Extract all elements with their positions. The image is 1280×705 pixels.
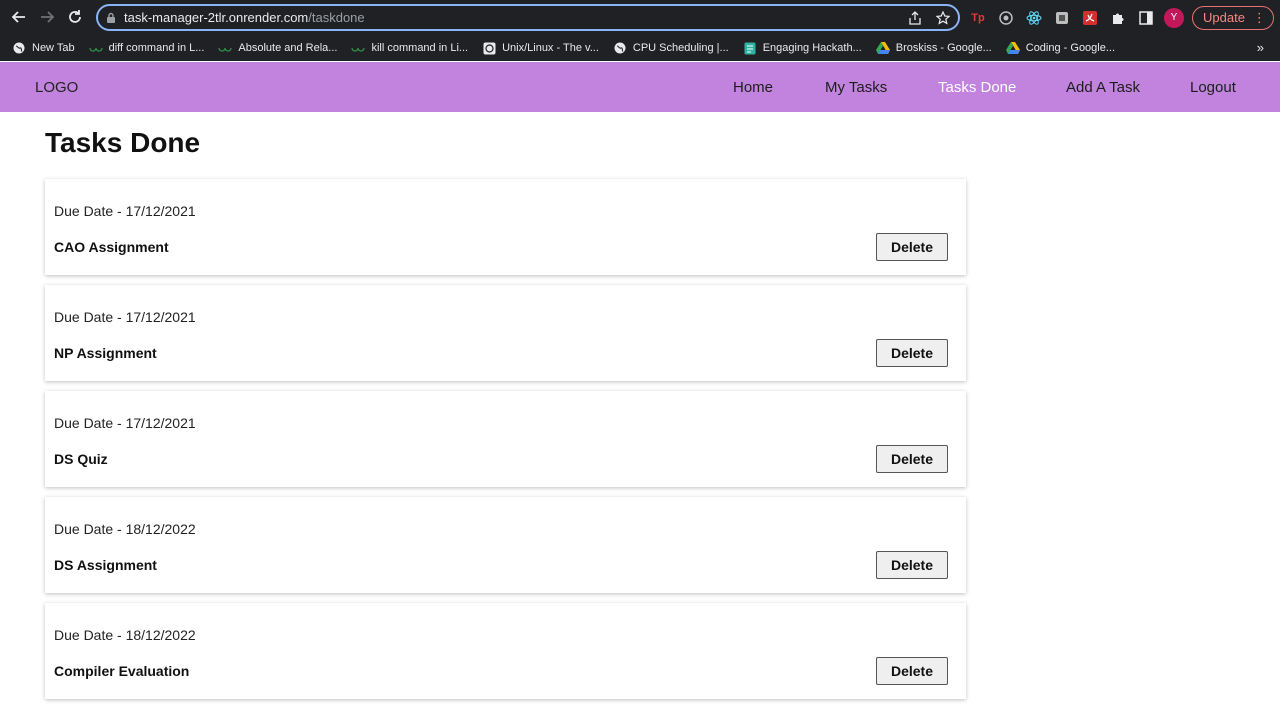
arrow-left-icon: [11, 11, 25, 23]
address-bar[interactable]: task-manager-2tlr.onrender.com/taskdone: [96, 4, 960, 31]
nav-logout[interactable]: Logout: [1190, 79, 1236, 96]
arrow-right-icon: [41, 11, 55, 23]
nav-links: Home My Tasks Tasks Done Add A Task Logo…: [0, 79, 1280, 99]
update-label: Update: [1203, 10, 1245, 25]
forward-button[interactable]: [33, 3, 61, 31]
bookmark-item[interactable]: diff command in L...: [88, 41, 205, 55]
globe-icon: [12, 41, 26, 55]
task-name: CAO Assignment: [54, 239, 169, 255]
react-devtools-icon[interactable]: [1024, 8, 1044, 28]
extensions-area: Tp Y Update ⋮: [968, 4, 1274, 31]
task-card: Due Date - 17/12/2021 CAO Assignment Del…: [45, 179, 966, 275]
toptal-extension-icon[interactable]: Tp: [968, 8, 988, 28]
bookmark-item[interactable]: Unix/Linux - The v...: [482, 41, 599, 55]
bookmark-star-icon[interactable]: [934, 9, 952, 27]
task-due-date: Due Date - 17/12/2021: [54, 203, 196, 219]
record-extension-icon[interactable]: [996, 8, 1016, 28]
lock-icon: [107, 12, 115, 23]
task-due-date: Due Date - 18/12/2022: [54, 521, 196, 537]
bookmark-item[interactable]: Coding - Google...: [1005, 41, 1116, 55]
bookmark-item[interactable]: Engaging Hackath...: [743, 41, 862, 55]
nav-home[interactable]: Home: [733, 79, 773, 96]
gfg-icon: [88, 41, 103, 55]
reload-icon: [69, 10, 81, 23]
update-button[interactable]: Update ⋮: [1192, 5, 1274, 30]
drive-icon: [875, 41, 890, 55]
delete-button[interactable]: Delete: [876, 551, 948, 579]
bookmark-label: kill command in Li...: [371, 42, 469, 54]
task-name: DS Assignment: [54, 557, 157, 573]
task-card: Due Date - 18/12/2022 DS Assignment Dele…: [45, 497, 966, 593]
nav-my-tasks[interactable]: My Tasks: [825, 79, 887, 96]
delete-button[interactable]: Delete: [876, 445, 948, 473]
bookmark-item[interactable]: Broskiss - Google...: [875, 41, 992, 55]
drive-icon: [1005, 41, 1020, 55]
bookmark-label: Absolute and Rela...: [238, 42, 338, 54]
url-path: /taskdone: [308, 10, 365, 25]
task-due-date: Due Date - 18/12/2022: [54, 627, 196, 643]
profile-avatar[interactable]: Y: [1164, 7, 1184, 28]
gfg-icon: [351, 41, 366, 55]
bookmark-item[interactable]: New Tab: [12, 41, 75, 55]
task-due-date: Due Date - 17/12/2021: [54, 309, 196, 325]
bookmark-item[interactable]: CPU Scheduling |...: [613, 41, 729, 55]
bookmark-label: Engaging Hackath...: [762, 42, 862, 54]
bookmark-label: Broskiss - Google...: [895, 42, 992, 54]
delete-button[interactable]: Delete: [876, 339, 948, 367]
task-card: Due Date - 17/12/2021 NP Assignment Dele…: [45, 285, 966, 381]
chatgpt-icon: [482, 41, 496, 55]
page-title: Tasks Done: [45, 127, 201, 158]
share-icon[interactable]: [906, 9, 924, 27]
bookmark-label: CPU Scheduling |...: [632, 42, 729, 54]
delete-button[interactable]: Delete: [876, 657, 948, 685]
screenshot-extension-icon[interactable]: [1052, 8, 1072, 28]
task-name: Compiler Evaluation: [54, 663, 190, 679]
bookmark-item[interactable]: kill command in Li...: [351, 41, 468, 55]
task-name: NP Assignment: [54, 345, 157, 361]
nav-tasks-done[interactable]: Tasks Done: [938, 79, 1016, 96]
doc-icon: [743, 41, 757, 55]
pdf-extension-icon[interactable]: [1080, 8, 1100, 28]
task-list: Due Date - 17/12/2021 CAO Assignment Del…: [45, 179, 966, 705]
task-due-date: Due Date - 17/12/2021: [54, 415, 196, 431]
app-navbar: LOGO Home My Tasks Tasks Done Add A Task…: [0, 62, 1280, 112]
bookmark-label: New Tab: [32, 42, 75, 54]
bookmarks-bar: New Tab diff command in L... Absolute an…: [0, 35, 1280, 61]
bookmark-label: Unix/Linux - The v...: [502, 42, 599, 54]
side-panel-icon[interactable]: [1136, 8, 1156, 28]
bookmark-label: Coding - Google...: [1025, 42, 1116, 54]
bookmark-item[interactable]: Absolute and Rela...: [218, 41, 337, 55]
nav-add-a-task[interactable]: Add A Task: [1066, 79, 1140, 96]
globe-icon: [613, 41, 627, 55]
gfg-icon: [218, 41, 233, 55]
chevron-right-double-icon[interactable]: »: [1257, 40, 1264, 55]
reload-button[interactable]: [61, 3, 89, 31]
url-text: task-manager-2tlr.onrender.com/taskdone: [124, 10, 365, 25]
task-name: DS Quiz: [54, 451, 108, 467]
task-card: Due Date - 18/12/2022 Compiler Evaluatio…: [45, 603, 966, 699]
bookmark-label: diff command in L...: [108, 42, 205, 54]
puzzle-icon[interactable]: [1108, 8, 1128, 28]
more-vert-icon: ⋮: [1252, 9, 1266, 25]
task-card: Due Date - 17/12/2021 DS Quiz Delete: [45, 391, 966, 487]
back-button[interactable]: [5, 3, 33, 31]
url-host: task-manager-2tlr.onrender.com: [124, 10, 309, 25]
delete-button[interactable]: Delete: [876, 233, 948, 261]
browser-toolbar: task-manager-2tlr.onrender.com/taskdone …: [0, 0, 1280, 35]
